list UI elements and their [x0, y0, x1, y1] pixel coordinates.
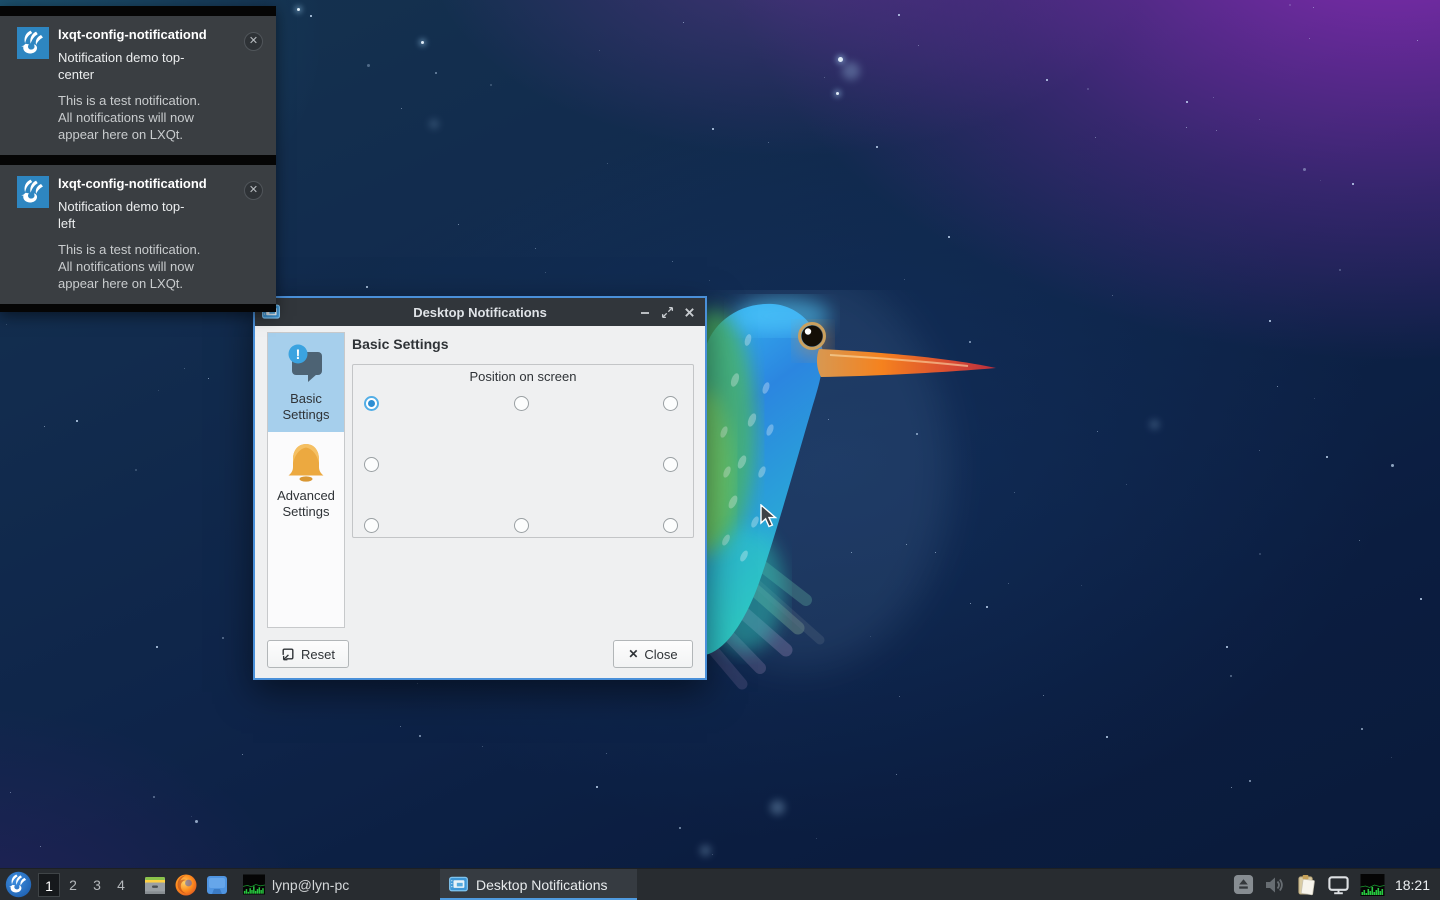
- reset-label: Reset: [301, 647, 335, 662]
- workspace-1-button[interactable]: 1: [38, 873, 60, 897]
- clock[interactable]: 18:21: [1395, 877, 1430, 893]
- main-menu-button[interactable]: [5, 871, 32, 898]
- radio-bottom-center[interactable]: [514, 518, 529, 533]
- mouse-cursor: [760, 504, 780, 530]
- radio-middle-right[interactable]: [663, 457, 678, 472]
- lubuntu-bird-icon: [17, 176, 49, 208]
- workspace-2-button[interactable]: 2: [62, 873, 84, 897]
- file-manager-icon[interactable]: [143, 873, 167, 897]
- close-x-icon: ✕: [628, 647, 638, 661]
- notification-stack: ✕ lxqt-config-notificationd Notification…: [0, 6, 276, 312]
- bell-icon: [284, 441, 328, 483]
- firefox-icon[interactable]: [174, 873, 198, 897]
- position-groupbox: Position on screen: [352, 364, 694, 538]
- notification-close-icon[interactable]: ✕: [244, 32, 263, 51]
- window-content: ! Basic Settings Advanced Settings Basic…: [255, 326, 705, 678]
- radio-top-right[interactable]: [663, 396, 678, 411]
- task-label: lynp@lyn-pc: [272, 877, 349, 893]
- quick-launch: [143, 873, 229, 897]
- radio-bottom-left[interactable]: [364, 518, 379, 533]
- notification-close-icon[interactable]: ✕: [244, 181, 263, 200]
- notification-app-name: lxqt-config-notificationd: [58, 176, 230, 192]
- notification-body: This is a test notification. All notific…: [58, 241, 230, 292]
- sidebar-item-basic-settings[interactable]: ! Basic Settings: [268, 333, 344, 432]
- hummingbird-wallpaper-art: [690, 290, 1020, 720]
- radio-top-center[interactable]: [514, 396, 529, 411]
- restore-button[interactable]: [659, 304, 675, 320]
- terminal-monitor-icon: [243, 874, 265, 895]
- resource-monitor-icon[interactable]: [1360, 874, 1385, 896]
- sidebar-item-label: Advanced Settings: [270, 488, 342, 520]
- notification-app-name: lxqt-config-notificationd: [58, 27, 230, 43]
- workspace-3-button[interactable]: 3: [86, 873, 108, 897]
- display-icon[interactable]: [1327, 875, 1350, 895]
- minimize-button[interactable]: [637, 304, 653, 320]
- settings-sidebar: ! Basic Settings Advanced Settings: [267, 332, 345, 628]
- notification-window-icon: [448, 874, 469, 895]
- window-titlebar[interactable]: Desktop Notifications: [255, 298, 705, 326]
- taskbar: 1 2 3 4: [0, 868, 1440, 900]
- desktop: ✕ lxqt-config-notificationd Notification…: [0, 0, 1440, 900]
- groupbox-title: Position on screen: [353, 369, 693, 384]
- radio-middle-left[interactable]: [364, 457, 379, 472]
- close-label: Close: [644, 647, 677, 662]
- radio-top-left[interactable]: [364, 396, 379, 411]
- workspace-4-button[interactable]: 4: [110, 873, 132, 897]
- removable-media-eject-icon[interactable]: [1233, 874, 1254, 895]
- notification-summary: Notification demo top- left: [58, 198, 230, 232]
- reset-button[interactable]: Reset: [267, 640, 349, 668]
- desktop-notifications-window: Desktop Notifications: [253, 296, 707, 680]
- reset-icon: [281, 647, 295, 661]
- notification-bubble-icon: !: [284, 342, 328, 386]
- notification-summary: Notification demo top- center: [58, 49, 230, 83]
- desktop-icon[interactable]: [205, 873, 229, 897]
- page-title: Basic Settings: [352, 336, 448, 352]
- close-button[interactable]: ✕ Close: [613, 640, 693, 668]
- taskbar-task-desktop-notifications[interactable]: Desktop Notifications: [440, 869, 637, 900]
- volume-icon[interactable]: [1264, 875, 1286, 895]
- taskbar-task-terminal[interactable]: lynp@lyn-pc: [235, 869, 432, 900]
- task-label: Desktop Notifications: [476, 877, 608, 893]
- radio-bottom-right[interactable]: [663, 518, 678, 533]
- lubuntu-bird-icon: [17, 27, 49, 59]
- notification-body: This is a test notification. All notific…: [58, 92, 230, 143]
- svg-text:!: !: [296, 346, 301, 362]
- clipboard-icon[interactable]: [1296, 874, 1317, 896]
- notification-top-center[interactable]: ✕ lxqt-config-notificationd Notification…: [0, 16, 276, 155]
- sidebar-item-label: Basic Settings: [270, 391, 342, 423]
- close-window-button[interactable]: [681, 304, 697, 320]
- notification-top-left[interactable]: ✕ lxqt-config-notificationd Notification…: [0, 165, 276, 304]
- sidebar-item-advanced-settings[interactable]: Advanced Settings: [268, 432, 344, 529]
- system-tray: 18:21: [1233, 874, 1440, 896]
